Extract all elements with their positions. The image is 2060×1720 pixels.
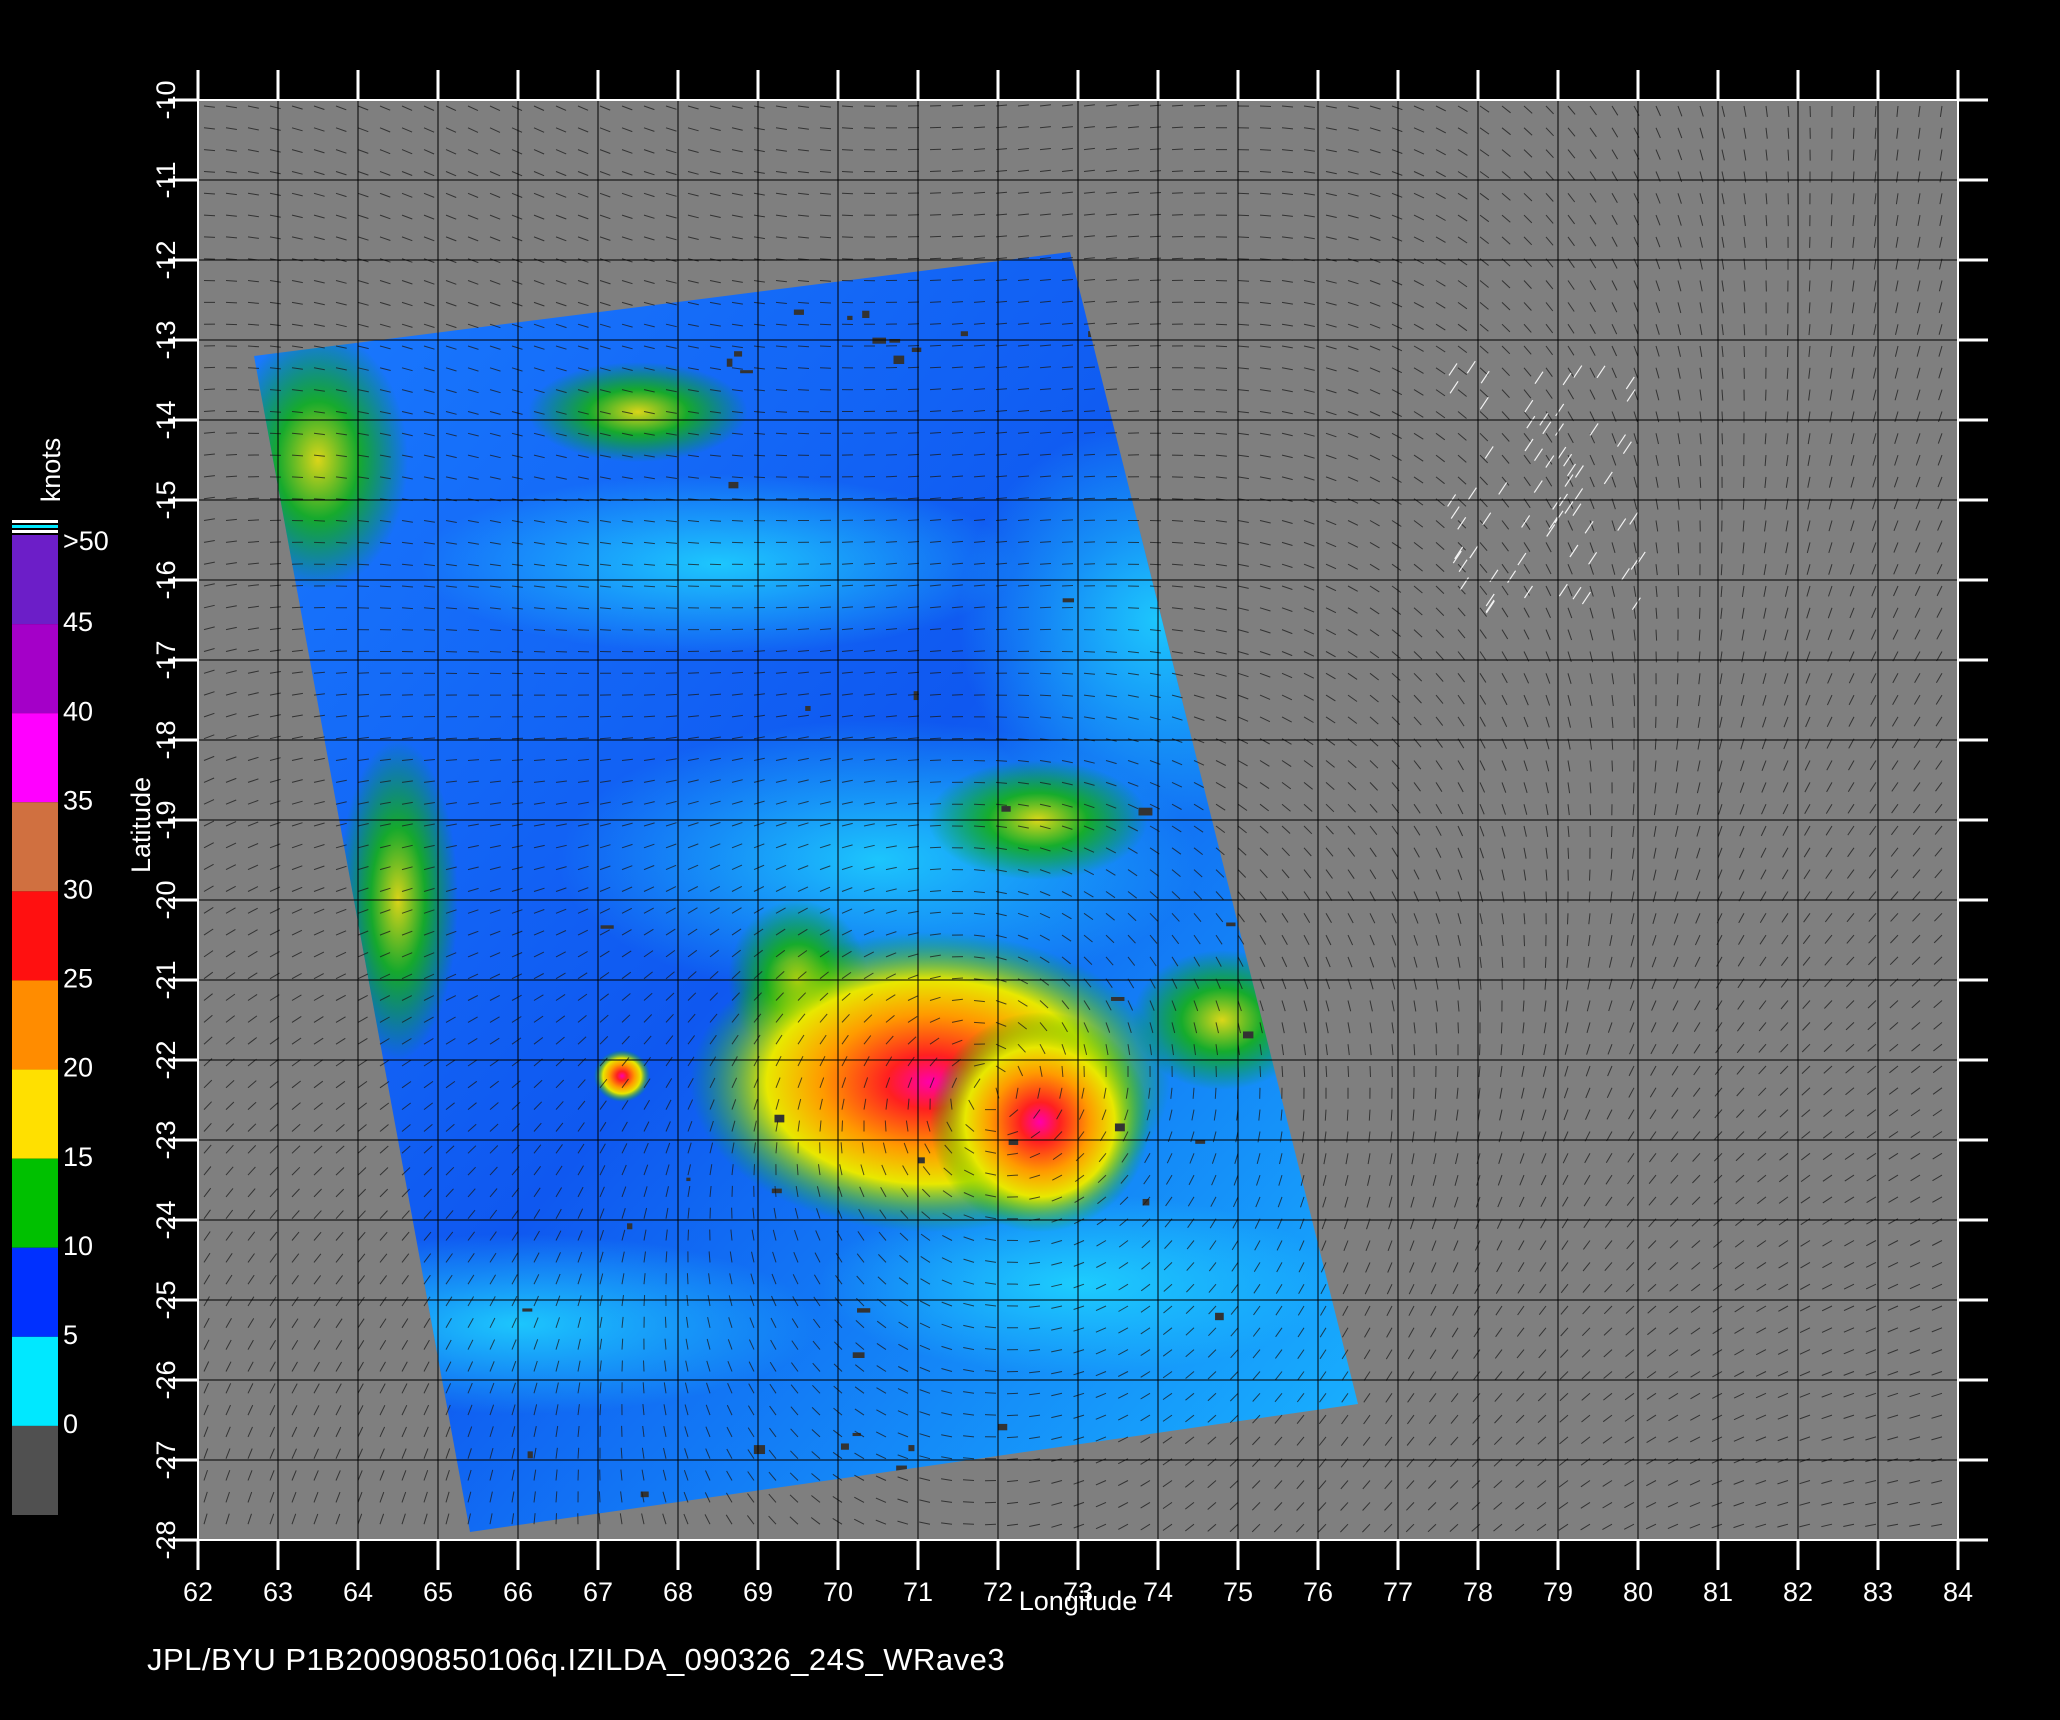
lat-tick-label: -21 xyxy=(151,960,181,999)
legend-label: 5 xyxy=(63,1320,78,1350)
lon-tick-label: 80 xyxy=(1623,1577,1653,1607)
lon-tick-label: 72 xyxy=(983,1577,1013,1607)
lat-tick-label: -12 xyxy=(151,240,181,279)
lat-tick-label: -16 xyxy=(151,560,181,599)
lon-tick-label: 66 xyxy=(503,1577,533,1607)
lon-tick-label: 69 xyxy=(743,1577,773,1607)
legend-swatch xyxy=(12,1336,58,1426)
lon-tick-label: 76 xyxy=(1303,1577,1333,1607)
legend-label: >50 xyxy=(63,526,109,556)
lat-tick-label: -24 xyxy=(151,1200,181,1239)
lon-tick-label: 81 xyxy=(1703,1577,1733,1607)
legend-swatch xyxy=(12,1069,58,1159)
legend-top-stripe xyxy=(12,530,58,533)
lat-tick-label: -11 xyxy=(151,161,181,198)
legend-label: 20 xyxy=(63,1053,93,1083)
lon-tick-label: 77 xyxy=(1383,1577,1413,1607)
legend-swatch xyxy=(12,713,58,803)
legend-swatch xyxy=(12,624,58,714)
lat-tick-label: -25 xyxy=(151,1280,181,1319)
lat-tick-label: -10 xyxy=(151,80,181,119)
lon-tick-label: 65 xyxy=(423,1577,453,1607)
lon-tick-label: 82 xyxy=(1783,1577,1813,1607)
lon-tick-label: 62 xyxy=(183,1577,213,1607)
lon-tick-label: 74 xyxy=(1143,1577,1173,1607)
legend-swatch xyxy=(12,1425,58,1515)
lon-tick-label: 78 xyxy=(1463,1577,1493,1607)
legend-swatch xyxy=(12,891,58,981)
lon-tick-label: 63 xyxy=(263,1577,293,1607)
lat-tick-label: -17 xyxy=(151,640,181,679)
lat-tick-label: -28 xyxy=(151,1520,181,1559)
legend-swatch xyxy=(12,980,58,1070)
legend-swatch xyxy=(12,802,58,892)
wind-speed-legend: knots >50 45 40 35 30 25 20 15 10 5 0 xyxy=(12,438,109,1515)
legend-label: 15 xyxy=(63,1142,93,1172)
lat-tick-label: -20 xyxy=(151,880,181,919)
lat-tick-label: -23 xyxy=(151,1120,181,1159)
lon-tick-label: 70 xyxy=(823,1577,853,1607)
lon-tick-label: 83 xyxy=(1863,1577,1893,1607)
legend-swatch xyxy=(12,1158,58,1248)
legend-swatch xyxy=(12,535,58,625)
legend-label: 10 xyxy=(63,1231,93,1261)
legend-label: 25 xyxy=(63,964,93,994)
lat-tick-label: -14 xyxy=(151,400,181,439)
lon-tick-label: 79 xyxy=(1543,1577,1573,1607)
lon-tick-label: 71 xyxy=(903,1577,933,1607)
legend-unit-label: knots xyxy=(36,438,66,503)
legend-swatch xyxy=(12,1247,58,1337)
legend-label: 45 xyxy=(63,607,93,637)
lon-tick-label: 84 xyxy=(1943,1577,1973,1607)
legend-label: 35 xyxy=(63,785,93,815)
legend-label: 30 xyxy=(63,874,93,904)
lat-tick-label: -27 xyxy=(151,1440,181,1479)
lon-tick-label: 75 xyxy=(1223,1577,1253,1607)
lon-tick-label: 68 xyxy=(663,1577,693,1607)
y-axis-title: Latitude xyxy=(126,777,156,873)
lat-tick-label: -22 xyxy=(151,1040,181,1079)
legend-top-stripe xyxy=(12,520,58,523)
lat-tick-label: -13 xyxy=(151,320,181,359)
lat-tick-label: -15 xyxy=(151,480,181,519)
lat-tick-label: -26 xyxy=(151,1360,181,1399)
x-axis-title: Longitude xyxy=(1019,1586,1138,1616)
wind-map-figure: 62 63 64 65 66 67 68 69 70 71 72 73 74 75 76 77 78 79 80 81… xyxy=(12,70,1988,1616)
lat-tick-label: -18 xyxy=(151,720,181,759)
lon-tick-label: 64 xyxy=(343,1577,373,1607)
image-source-caption: JPL/BYU P1B20090850106q.IZILDA_090326_24… xyxy=(147,1642,1006,1677)
legend-label: 0 xyxy=(63,1409,78,1439)
lon-tick-label: 67 xyxy=(583,1577,613,1607)
legend-top-stripe xyxy=(12,525,58,528)
legend-label: 40 xyxy=(63,696,93,726)
